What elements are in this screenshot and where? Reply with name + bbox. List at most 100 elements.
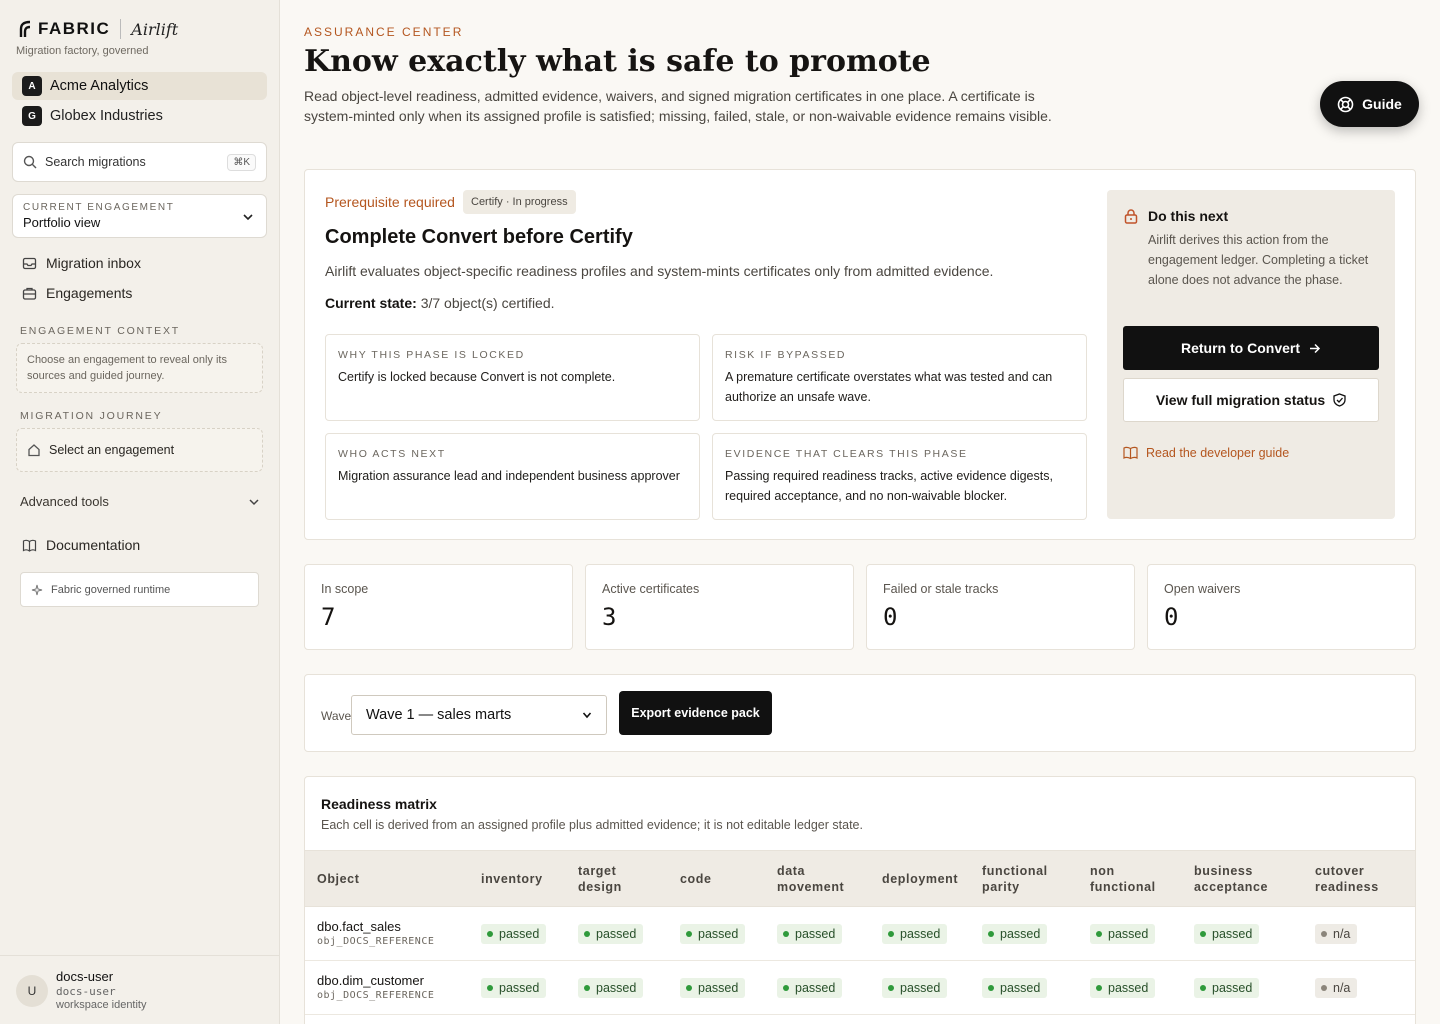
- engagement-label: CURRENT ENGAGEMENT: [23, 202, 175, 213]
- column-header-text: data: [777, 864, 806, 878]
- guide-button[interactable]: Guide: [1320, 81, 1419, 127]
- stat-value: 0: [1164, 603, 1179, 631]
- stat-value: 3: [602, 603, 617, 631]
- stat-value: 7: [321, 603, 336, 631]
- status-pill[interactable]: passed: [882, 924, 948, 944]
- tenant-badge: G: [22, 106, 42, 126]
- status-pill[interactable]: passed: [1090, 924, 1156, 944]
- shield-check-icon: [1333, 393, 1346, 407]
- column-header[interactable]: deployment: [882, 871, 958, 887]
- return-to-convert-button[interactable]: Return to Convert: [1123, 326, 1379, 370]
- column-header[interactable]: data movement: [777, 863, 844, 895]
- nav-label: Engagements: [46, 285, 133, 301]
- brand-divider: [120, 19, 122, 39]
- column-header[interactable]: functional parity: [982, 863, 1048, 895]
- table-row[interactable]: dbo.dim_customer obj_DOCS_REFERENCE passed…: [305, 961, 1415, 1015]
- tenant-globex[interactable]: G Globex Industries: [12, 102, 267, 130]
- nav-label: Migration inbox: [46, 255, 141, 271]
- current-state-value: 3/7 object(s) certified.: [420, 295, 555, 311]
- table-header: Object inventory target design code data movem…: [305, 850, 1415, 907]
- column-header[interactable]: cutover readiness: [1315, 863, 1379, 895]
- advanced-tools-toggle[interactable]: Advanced tools: [20, 494, 260, 509]
- view-migration-status-button[interactable]: View full migration status: [1123, 378, 1379, 422]
- column-header[interactable]: business acceptance: [1194, 863, 1268, 895]
- column-header-text: non: [1090, 864, 1115, 878]
- status-pill[interactable]: passed: [578, 978, 644, 998]
- tenant-acme[interactable]: A Acme Analytics: [12, 72, 267, 100]
- status-pill[interactable]: passed: [680, 978, 746, 998]
- wave-select-value: Wave 1 — sales marts: [366, 707, 512, 723]
- next-action-header: Do this next: [1123, 208, 1228, 224]
- status-dot-icon: [888, 985, 894, 991]
- export-evidence-button[interactable]: Export evidence pack: [619, 691, 772, 735]
- stat-label: Active certificates: [602, 582, 700, 596]
- user-profile[interactable]: U docs-user docs-user workspace identity: [0, 955, 279, 1024]
- status-pill[interactable]: n/a: [1315, 924, 1358, 944]
- user-handle: docs-user: [56, 985, 116, 998]
- main-content: ASSURANCE CENTER Know exactly what is sa…: [280, 0, 1440, 1024]
- stat-open-waivers: Open waivers 0: [1147, 564, 1416, 650]
- tenant-name: Acme Analytics: [50, 78, 149, 94]
- brand-logo-text: FABRIC: [38, 19, 111, 38]
- nav-documentation[interactable]: Documentation: [22, 537, 140, 553]
- column-header-text: inventory: [481, 872, 543, 886]
- status-pill[interactable]: passed: [578, 924, 644, 944]
- status-pill[interactable]: passed: [1090, 978, 1156, 998]
- column-header[interactable]: non functional: [1090, 863, 1156, 895]
- brand[interactable]: FABRIC Airlift: [18, 18, 178, 40]
- lifebuoy-icon: [1337, 96, 1354, 112]
- wave-select[interactable]: Wave 1 — sales marts: [351, 695, 607, 735]
- object-name: dbo.fact_sales: [317, 919, 401, 934]
- status-text: passed: [795, 981, 836, 995]
- stat-active-certificates: Active certificates 3: [585, 564, 854, 650]
- search-input[interactable]: Search migrations ⌘K: [12, 142, 267, 182]
- fabric-logo: FABRIC: [18, 19, 110, 39]
- info-text: Migration assurance lead and independent…: [338, 469, 680, 483]
- status-text: passed: [1212, 981, 1253, 995]
- status-dot-icon: [1321, 931, 1327, 937]
- info-risk: RISK IF BYPASSED A premature certificate…: [712, 334, 1087, 421]
- nav-migration-inbox[interactable]: Migration inbox: [22, 255, 141, 271]
- developer-guide-link[interactable]: Read the developer guide: [1123, 446, 1289, 460]
- column-header[interactable]: Object: [317, 871, 360, 887]
- status-text: n/a: [1333, 981, 1351, 995]
- column-header[interactable]: target design: [578, 863, 622, 895]
- object-name: dbo.dim_customer: [317, 973, 424, 988]
- status-pill[interactable]: passed: [777, 924, 843, 944]
- migration-journey-box[interactable]: Select an engagement: [16, 428, 263, 472]
- status-pill[interactable]: passed: [680, 924, 746, 944]
- status-pill[interactable]: passed: [1194, 924, 1260, 944]
- status-dot-icon: [686, 985, 692, 991]
- status-text: passed: [1000, 981, 1041, 995]
- status-text: passed: [698, 981, 739, 995]
- book-icon: [22, 539, 37, 552]
- status-pill[interactable]: passed: [882, 978, 948, 998]
- status-pill[interactable]: passed: [481, 978, 547, 998]
- stat-label: In scope: [321, 582, 369, 596]
- current-state: Current state: 3/7 object(s) certified.: [325, 295, 555, 311]
- table-row[interactable]: dbo.fact_sales obj_DOCS_REFERENCE passed pa…: [305, 907, 1415, 961]
- column-header[interactable]: inventory: [481, 871, 543, 887]
- status-pill[interactable]: passed: [982, 924, 1048, 944]
- briefcase-icon: [22, 287, 37, 300]
- status-pill[interactable]: passed: [777, 978, 843, 998]
- status-dot-icon: [1096, 931, 1102, 937]
- status-dot-icon: [1200, 931, 1206, 937]
- status-dot-icon: [584, 985, 590, 991]
- column-header-text: Object: [317, 872, 360, 886]
- chevron-down-icon: [249, 498, 259, 505]
- phase-title: Complete Convert before Certify: [325, 226, 633, 248]
- sidebar: FABRIC Airlift Migration factory, govern…: [0, 0, 280, 1024]
- status-pill[interactable]: passed: [982, 978, 1048, 998]
- status-badge: Certify · In progress: [463, 190, 576, 214]
- status-text: passed: [900, 927, 941, 941]
- engagement-context-box: Choose an engagement to reveal only its …: [16, 343, 263, 393]
- column-header[interactable]: code: [680, 871, 712, 887]
- status-pill[interactable]: passed: [481, 924, 547, 944]
- status-pill[interactable]: n/a: [1315, 978, 1358, 998]
- info-text: A premature certificate overstates what …: [725, 370, 1053, 404]
- status-pill[interactable]: passed: [1194, 978, 1260, 998]
- engagement-select[interactable]: CURRENT ENGAGEMENT Portfolio view: [12, 194, 267, 238]
- nav-engagements[interactable]: Engagements: [22, 285, 132, 301]
- engagement-context-label: ENGAGEMENT CONTEXT: [20, 325, 180, 337]
